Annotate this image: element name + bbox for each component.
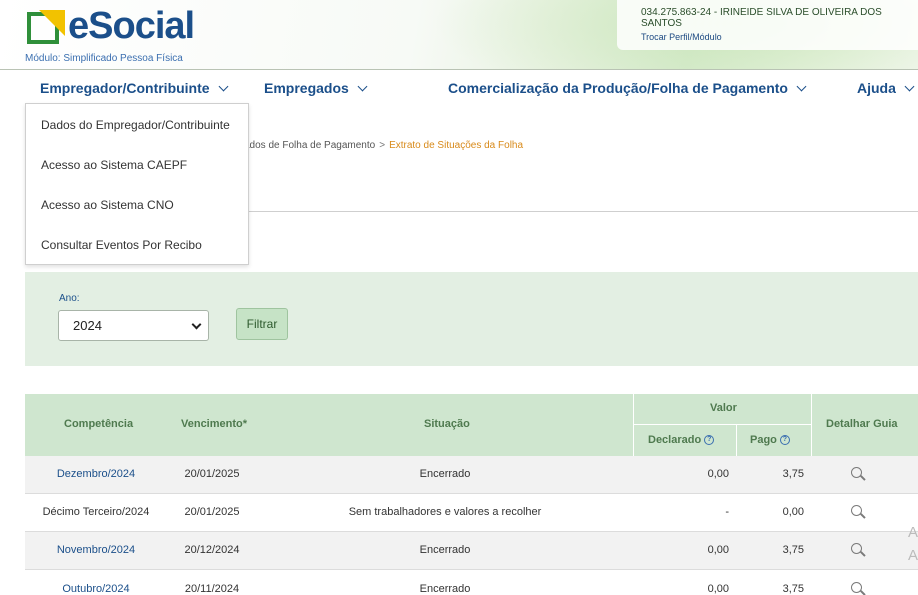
situacao-cell: Encerrado — [419, 468, 471, 480]
chevron-down-icon — [357, 81, 368, 92]
declarado-cell: 0,00 — [707, 468, 729, 480]
breadcrumb-item-folha[interactable]: ados de Folha de Pagamento — [244, 140, 375, 151]
nav-item-label: Ajuda — [857, 80, 896, 96]
chevron-down-icon — [904, 81, 915, 92]
column-header-detalhar: Detalhar Guia — [826, 418, 898, 430]
table-row: Novembro/2024 20/12/2024 Encerrado 0,00 … — [25, 532, 918, 570]
breadcrumb-separator: > — [379, 140, 386, 151]
column-header-declarado-label: Declarado — [648, 434, 702, 446]
nav-item-label: Comercialização da Produção/Folha de Pag… — [448, 80, 788, 96]
empregador-dropdown-menu: Dados do Empregador/Contribuinte Acesso … — [25, 103, 249, 265]
help-icon[interactable]: ? — [704, 435, 715, 445]
competencia-cell: Décimo Terceiro/2024 — [42, 506, 150, 518]
situacao-cell: Encerrado — [419, 544, 471, 556]
header-divider — [736, 425, 737, 456]
search-icon[interactable] — [851, 505, 866, 519]
header-divider — [811, 394, 812, 456]
competencia-link[interactable]: Dezembro/2024 — [57, 468, 135, 480]
breadcrumb: ados de Folha de Pagamento > Extrato de Si… — [244, 140, 523, 151]
chevron-down-icon — [796, 81, 807, 92]
vencimento-cell: 20/11/2024 — [184, 583, 240, 595]
esocial-logo[interactable]: eSocial — [25, 5, 195, 50]
edge-letter: A — [908, 524, 918, 541]
competencia-link[interactable]: Outubro/2024 — [62, 583, 129, 595]
logo-text: eSocial — [68, 5, 195, 47]
logo-mark-icon — [27, 10, 65, 44]
year-label: Ano: — [59, 293, 80, 304]
pago-cell: 0,00 — [782, 506, 804, 518]
year-select[interactable]: 2024 — [58, 310, 209, 341]
column-header-pago-label: Pago — [750, 434, 777, 446]
situacao-cell: Encerrado — [419, 583, 471, 595]
module-label: Módulo: Simplificado Pessoa Física — [25, 53, 183, 64]
switch-profile-link[interactable]: Trocar Perfil/Módulo — [641, 32, 722, 42]
menu-item-caepf[interactable]: Acesso ao Sistema CAEPF — [41, 158, 187, 172]
chevron-down-icon — [218, 81, 229, 92]
column-header-valor: Valor — [710, 402, 737, 414]
table-row: Dezembro/2024 20/01/2025 Encerrado 0,00 … — [25, 456, 918, 494]
nav-item-comercializacao[interactable]: Comercialização da Produção/Folha de Pag… — [448, 80, 807, 96]
edge-letter: A — [908, 547, 918, 564]
column-header-vencimento: Vencimento* — [181, 418, 248, 430]
year-select-value: 2024 — [73, 318, 102, 333]
header-divider — [633, 424, 811, 425]
pago-cell: 3,75 — [782, 544, 804, 556]
search-icon[interactable] — [851, 543, 866, 557]
nav-item-label: Empregados — [264, 80, 349, 96]
table-row: Décimo Terceiro/2024 20/01/2025 Sem trab… — [25, 494, 918, 532]
table-header: Competência Vencimento* Situação Valor D… — [25, 394, 918, 456]
situacao-cell: Sem trabalhadores e valores a recolher — [348, 506, 542, 518]
main-nav: Empregador/Contribuinte Empregados Comer… — [0, 71, 918, 105]
column-header-pago: Pago? — [750, 434, 790, 447]
filter-button[interactable]: Filtrar — [236, 308, 288, 340]
competencia-link[interactable]: Novembro/2024 — [57, 544, 135, 556]
nav-item-ajuda[interactable]: Ajuda — [857, 80, 915, 96]
declarado-cell: 0,00 — [707, 583, 729, 595]
menu-item-eventos-recibo[interactable]: Consultar Eventos Por Recibo — [41, 238, 202, 252]
pago-cell: 3,75 — [782, 468, 804, 480]
nav-item-empregados[interactable]: Empregados — [264, 80, 368, 96]
breadcrumb-current: Extrato de Situações da Folha — [389, 140, 524, 151]
menu-item-dados-empregador[interactable]: Dados do Empregador/Contribuinte — [41, 118, 230, 132]
table-row: Outubro/2024 20/11/2024 Encerrado 0,00 3… — [25, 571, 918, 595]
chevron-down-icon — [191, 319, 202, 330]
vencimento-cell: 20/12/2024 — [184, 544, 240, 556]
nav-item-label: Empregador/Contribuinte — [40, 80, 210, 96]
page: eSocial Módulo: Simplificado Pessoa Físi… — [0, 0, 918, 595]
declarado-cell: 0,00 — [707, 544, 729, 556]
user-identification: 034.275.863-24 - IRINEIDE SILVA DE OLIVE… — [641, 7, 882, 29]
declarado-cell: - — [725, 506, 729, 518]
search-icon[interactable] — [851, 467, 866, 481]
column-header-declarado: Declarado? — [648, 434, 715, 447]
vencimento-cell: 20/01/2025 — [184, 468, 240, 480]
header-divider — [633, 394, 634, 456]
pago-cell: 3,75 — [782, 583, 804, 595]
search-icon[interactable] — [851, 582, 866, 595]
nav-item-empregador[interactable]: Empregador/Contribuinte — [40, 80, 229, 96]
column-header-competencia: Competência — [64, 418, 134, 430]
vencimento-cell: 20/01/2025 — [184, 506, 240, 518]
column-header-situacao: Situação — [424, 418, 470, 430]
help-icon[interactable]: ? — [779, 435, 790, 445]
menu-item-cno[interactable]: Acesso ao Sistema CNO — [41, 198, 174, 212]
